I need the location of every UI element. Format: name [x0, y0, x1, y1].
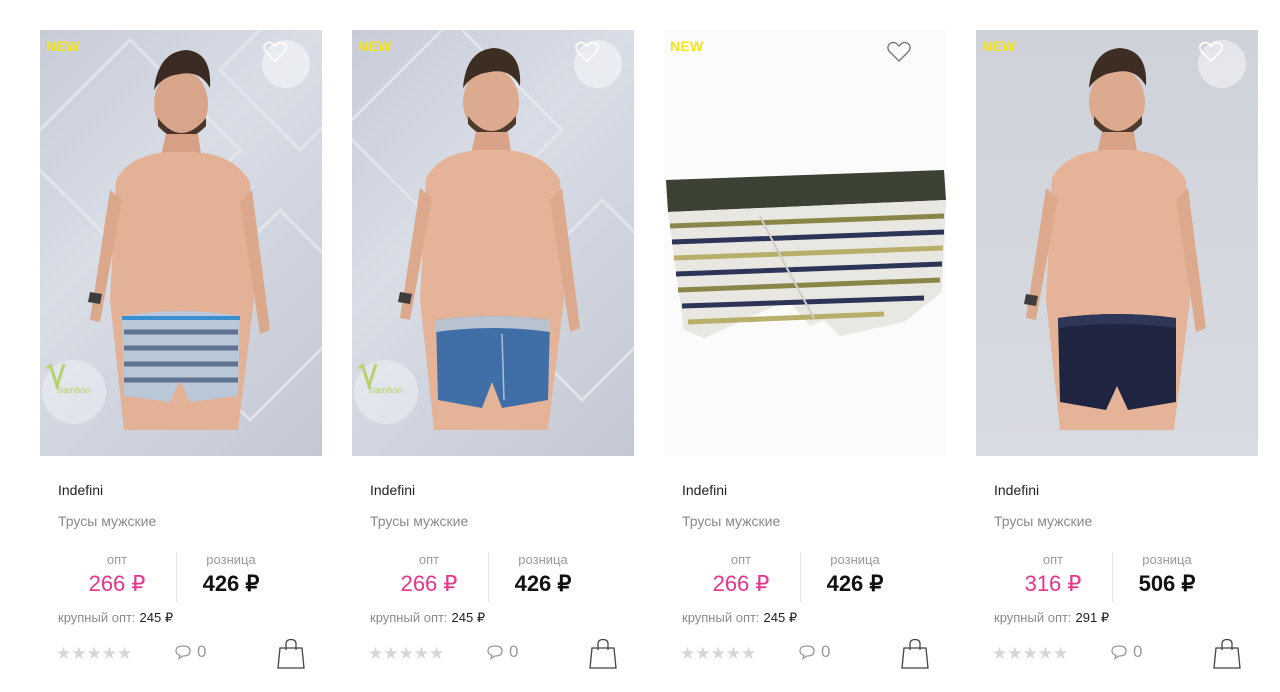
card-actions: ★★★★★ 0 [992, 638, 1242, 670]
product-card[interactable]: NEW Indefini Трусы мужские опт 266 ₽ роз… [664, 30, 946, 680]
price-block: опт 316 ₽ розница 506 ₽ [994, 552, 1224, 604]
retail-value: 426 ₽ [514, 571, 572, 596]
price-block: опт 266 ₽ розница 426 ₽ [682, 552, 912, 604]
add-to-favorites-button[interactable] [886, 40, 934, 88]
product-image[interactable]: NEW bamboo [40, 30, 322, 456]
wholesale-price: опт 266 ₽ [682, 552, 800, 598]
heart-icon [575, 41, 599, 63]
bulk-price: крупный опт: 245 ₽ [370, 610, 485, 626]
card-actions: ★★★★★ 0 [56, 638, 306, 670]
product-image[interactable]: NEW [664, 30, 946, 456]
product-grid: NEW bamboo Indefini Трусы мужские опт 26… [0, 0, 1280, 692]
product-category[interactable]: Трусы мужские [682, 513, 780, 529]
comment-icon [799, 645, 815, 660]
comment-count: 0 [197, 642, 207, 661]
wholesale-value: 266 ₽ [712, 571, 770, 596]
price-block: опт 266 ₽ розница 426 ₽ [370, 552, 600, 604]
retail-price: розница 426 ₽ [800, 552, 910, 598]
wholesale-price: опт 266 ₽ [370, 552, 488, 598]
wholesale-value: 266 ₽ [88, 571, 146, 596]
add-to-favorites-button[interactable] [1198, 40, 1246, 88]
product-brand[interactable]: Indefini [58, 482, 103, 498]
comments-link[interactable]: 0 [1110, 642, 1142, 662]
bamboo-leaf-icon [45, 363, 66, 390]
retail-label: розница [830, 552, 880, 567]
comment-icon [175, 645, 191, 660]
bulk-label: крупный опт: [682, 610, 760, 625]
comment-count: 0 [821, 642, 831, 661]
retail-label: розница [1142, 552, 1192, 567]
product-category[interactable]: Трусы мужские [994, 513, 1092, 529]
retail-label: розница [206, 552, 256, 567]
bulk-label: крупный опт: [994, 610, 1072, 625]
wholesale-label: опт [730, 552, 752, 567]
wholesale-price: опт 316 ₽ [994, 552, 1112, 598]
product-card[interactable]: NEW bamboo Indefini Трусы мужские опт 26… [40, 30, 322, 680]
product-category[interactable]: Трусы мужские [58, 513, 156, 529]
retail-value: 426 ₽ [202, 571, 260, 596]
new-badge: NEW [358, 38, 392, 54]
retail-price: розница 426 ₽ [176, 552, 286, 598]
new-badge: NEW [46, 38, 80, 54]
product-brand[interactable]: Indefini [994, 482, 1039, 498]
bamboo-leaf-icon [357, 363, 378, 390]
wholesale-label: опт [1042, 552, 1064, 567]
card-actions: ★★★★★ 0 [680, 638, 930, 670]
add-to-favorites-button[interactable] [262, 40, 310, 88]
new-badge: NEW [670, 38, 704, 54]
product-card[interactable]: NEW Indefini Трусы мужские опт 316 ₽ роз… [976, 30, 1258, 680]
wholesale-label: опт [418, 552, 440, 567]
add-to-favorites-button[interactable] [574, 40, 622, 88]
bamboo-badge: bamboo [354, 360, 418, 424]
bulk-value: 245 ₽ [763, 610, 798, 625]
bulk-value: 245 ₽ [451, 610, 486, 625]
retail-value: 426 ₽ [826, 571, 884, 596]
bulk-price: крупный опт: 245 ₽ [682, 610, 797, 626]
heart-icon [263, 41, 287, 63]
rating-stars[interactable]: ★★★★★ [992, 644, 1068, 664]
comments-link[interactable]: 0 [798, 642, 830, 662]
bulk-price: крупный опт: 245 ₽ [58, 610, 173, 626]
comment-icon [487, 645, 503, 660]
product-card[interactable]: NEW bamboo Indefini Трусы мужские опт 26… [352, 30, 634, 680]
retail-value: 506 ₽ [1138, 571, 1196, 596]
wholesale-value: 316 ₽ [1024, 571, 1082, 596]
new-badge: NEW [982, 38, 1016, 54]
retail-price: розница 506 ₽ [1112, 552, 1222, 598]
wholesale-price: опт 266 ₽ [58, 552, 176, 598]
product-image[interactable]: NEW [976, 30, 1258, 456]
price-block: опт 266 ₽ розница 426 ₽ [58, 552, 288, 604]
product-category[interactable]: Трусы мужские [370, 513, 468, 529]
card-actions: ★★★★★ 0 [368, 638, 618, 670]
bulk-price: крупный опт: 291 ₽ [994, 610, 1109, 626]
rating-stars[interactable]: ★★★★★ [56, 644, 132, 664]
heart-icon [1199, 41, 1223, 63]
product-brand[interactable]: Indefini [682, 482, 727, 498]
comment-count: 0 [1133, 642, 1143, 661]
comments-link[interactable]: 0 [486, 642, 518, 662]
bulk-value: 245 ₽ [139, 610, 174, 625]
bulk-label: крупный опт: [370, 610, 448, 625]
retail-label: розница [518, 552, 568, 567]
comment-count: 0 [509, 642, 519, 661]
product-brand[interactable]: Indefini [370, 482, 415, 498]
rating-stars[interactable]: ★★★★★ [680, 644, 756, 664]
bulk-value: 291 ₽ [1075, 610, 1110, 625]
heart-icon [887, 41, 911, 62]
rating-stars[interactable]: ★★★★★ [368, 644, 444, 664]
comments-link[interactable]: 0 [174, 642, 206, 662]
bamboo-badge: bamboo [42, 360, 106, 424]
comment-icon [1111, 645, 1127, 660]
wholesale-value: 266 ₽ [400, 571, 458, 596]
add-to-cart-icon[interactable] [588, 638, 618, 670]
bulk-label: крупный опт: [58, 610, 136, 625]
wholesale-label: опт [106, 552, 128, 567]
retail-price: розница 426 ₽ [488, 552, 598, 598]
add-to-cart-icon[interactable] [1212, 638, 1242, 670]
product-image[interactable]: NEW bamboo [352, 30, 634, 456]
add-to-cart-icon[interactable] [276, 638, 306, 670]
add-to-cart-icon[interactable] [900, 638, 930, 670]
